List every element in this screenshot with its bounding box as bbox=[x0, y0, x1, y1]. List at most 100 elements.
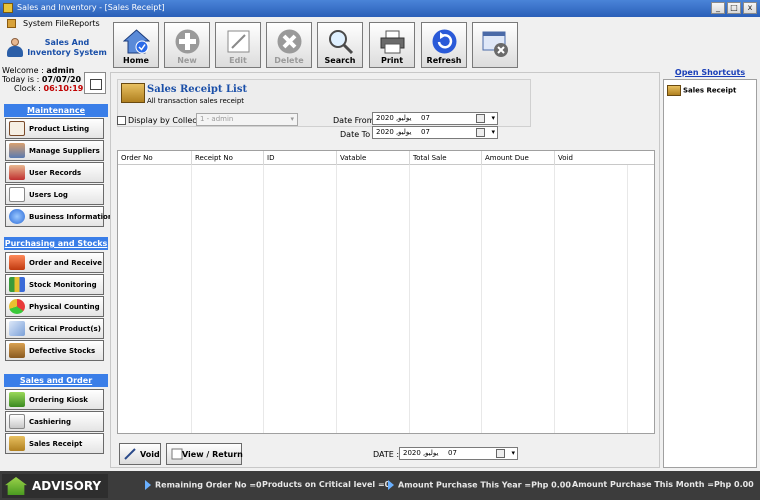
maximize-button[interactable]: □ bbox=[727, 2, 741, 14]
advisory-text: Products on Critical level =0 bbox=[262, 480, 391, 489]
date-day: 07 bbox=[421, 114, 430, 122]
date-month: يوليو bbox=[398, 114, 412, 122]
calendar-icon[interactable] bbox=[476, 128, 485, 137]
section-purchasing[interactable]: Purchasing and Stocks bbox=[4, 237, 108, 250]
view-return-button[interactable]: View / Return bbox=[166, 443, 243, 465]
close-window-button[interactable] bbox=[472, 22, 518, 68]
menu-system-file[interactable]: System File bbox=[23, 19, 69, 28]
collector-select[interactable]: 1 - admin ▾ bbox=[196, 113, 298, 126]
refresh-button[interactable]: Refresh bbox=[421, 22, 467, 68]
print-button[interactable]: Print bbox=[369, 22, 415, 68]
nav-product-listing[interactable]: Product Listing bbox=[5, 118, 104, 139]
plus-icon bbox=[175, 29, 200, 54]
menu-app-icon bbox=[7, 19, 16, 28]
grid-line bbox=[409, 165, 410, 433]
grid-line bbox=[481, 165, 482, 433]
column-header[interactable]: Receipt No bbox=[191, 151, 263, 165]
shortcut-sales-receipt[interactable]: Sales Receipt bbox=[667, 85, 736, 96]
info-icon bbox=[9, 209, 25, 224]
close-window-icon bbox=[482, 31, 508, 57]
calendar-icon[interactable] bbox=[476, 114, 485, 123]
nav-label: Ordering Kiosk bbox=[29, 396, 88, 404]
new-button[interactable]: New bbox=[164, 22, 210, 68]
today-value: 07/07/20 bbox=[41, 75, 82, 84]
void-button[interactable]: Void bbox=[119, 443, 161, 465]
printer-icon bbox=[380, 30, 405, 54]
column-header[interactable]: ID bbox=[263, 151, 336, 165]
receipts-table[interactable]: Order No Receipt No ID Vatable Total Sal… bbox=[117, 150, 655, 434]
users-icon bbox=[9, 165, 25, 180]
refresh-label: Refresh bbox=[426, 56, 462, 65]
close-button[interactable]: x bbox=[743, 2, 757, 14]
nav-defective-stocks[interactable]: Defective Stocks bbox=[5, 340, 104, 361]
clock-row: Clock : 06:10:19 م bbox=[14, 84, 92, 93]
print-label: Print bbox=[380, 56, 404, 65]
nav-manage-suppliers[interactable]: Manage Suppliers bbox=[5, 140, 104, 161]
nav-sales-receipt[interactable]: Sales Receipt bbox=[5, 433, 104, 454]
user-icon bbox=[6, 38, 24, 58]
date-year: 2020 , bbox=[403, 449, 426, 457]
register-icon bbox=[9, 414, 25, 429]
home-icon bbox=[123, 29, 150, 54]
order-icon bbox=[9, 255, 25, 270]
nav-user-records[interactable]: User Records bbox=[5, 162, 104, 183]
chevron-down-icon[interactable]: ▾ bbox=[491, 113, 495, 124]
lock-icon[interactable] bbox=[84, 72, 106, 94]
chevron-down-icon: ▾ bbox=[290, 115, 294, 123]
nav-stock-monitoring[interactable]: Stock Monitoring bbox=[5, 274, 104, 295]
arrow-right-icon bbox=[145, 480, 151, 490]
nav-label: Order and Receive bbox=[29, 259, 102, 267]
advisory-logo: ADVISORY bbox=[2, 474, 108, 498]
refresh-icon bbox=[432, 29, 457, 54]
title-bar: Sales and Inventory - [Sales Receipt] _ … bbox=[0, 0, 760, 17]
nav-physical-counting[interactable]: Physical Counting bbox=[5, 296, 104, 317]
left-panel: Sales And Inventory System Welcome : adm… bbox=[0, 30, 113, 468]
column-header[interactable]: Total Sale bbox=[409, 151, 481, 165]
advisory-text: Remaining Order No =0 bbox=[155, 480, 262, 490]
chevron-down-icon[interactable]: ▾ bbox=[511, 448, 515, 459]
delete-button[interactable]: Delete bbox=[266, 22, 312, 68]
new-label: New bbox=[177, 56, 197, 65]
date-from-picker[interactable]: 2020 , يوليو 07 ▾ bbox=[372, 112, 498, 125]
nav-label: Users Log bbox=[29, 191, 68, 199]
house-icon bbox=[5, 477, 27, 495]
today-label: Today is : bbox=[2, 75, 40, 84]
nav-order-and-receive[interactable]: Order and Receive bbox=[5, 252, 104, 273]
display-by-collector-checkbox[interactable] bbox=[117, 116, 126, 125]
date-picker[interactable]: 2020 , يوليو 07 ▾ bbox=[399, 447, 518, 460]
nav-critical-products[interactable]: Critical Product(s) bbox=[5, 318, 104, 339]
graph-icon bbox=[9, 321, 25, 336]
nav-users-log[interactable]: Users Log bbox=[5, 184, 104, 205]
column-header[interactable]: Order No bbox=[118, 151, 191, 165]
nav-business-information[interactable]: Business Information bbox=[5, 206, 113, 227]
column-header[interactable]: Amount Due bbox=[481, 151, 554, 165]
cart-icon bbox=[9, 392, 25, 407]
shortcuts-title[interactable]: Open Shortcuts bbox=[663, 68, 757, 77]
date-to-picker[interactable]: 2020 , يوليو 07 ▾ bbox=[372, 126, 498, 139]
search-button[interactable]: Search bbox=[317, 22, 363, 68]
nav-label: User Records bbox=[29, 169, 82, 177]
void-label: Void bbox=[140, 450, 160, 459]
nav-label: Sales Receipt bbox=[29, 440, 83, 448]
edit-button[interactable]: Edit bbox=[215, 22, 261, 68]
chevron-down-icon[interactable]: ▾ bbox=[491, 127, 495, 138]
advisory-item: Amount Purchase This Month =Php 0.00 bbox=[572, 480, 754, 489]
minimize-button[interactable]: _ bbox=[711, 2, 725, 14]
nav-label: Business Information bbox=[29, 213, 113, 221]
page-title: Sales Receipt List bbox=[147, 84, 248, 95]
nav-cashiering[interactable]: Cashiering bbox=[5, 411, 104, 432]
home-button[interactable]: Home bbox=[113, 22, 159, 68]
section-sales[interactable]: Sales and Order bbox=[4, 374, 108, 387]
date-year: 2020 , bbox=[376, 114, 399, 122]
edit-label: Edit bbox=[229, 56, 247, 65]
section-maintenance[interactable]: Maintenance bbox=[4, 104, 108, 117]
window-controls: _ □ x bbox=[711, 2, 757, 14]
calendar-icon[interactable] bbox=[496, 449, 505, 458]
column-header[interactable]: Vatable bbox=[336, 151, 409, 165]
column-header[interactable]: Void bbox=[554, 151, 656, 165]
menu-reports[interactable]: Reports bbox=[69, 19, 100, 28]
nav-ordering-kiosk[interactable]: Ordering Kiosk bbox=[5, 389, 104, 410]
welcome-label: Welcome : bbox=[2, 66, 44, 75]
advisory-item: Products on Critical level =0 bbox=[262, 480, 390, 489]
pen-icon bbox=[124, 448, 136, 460]
